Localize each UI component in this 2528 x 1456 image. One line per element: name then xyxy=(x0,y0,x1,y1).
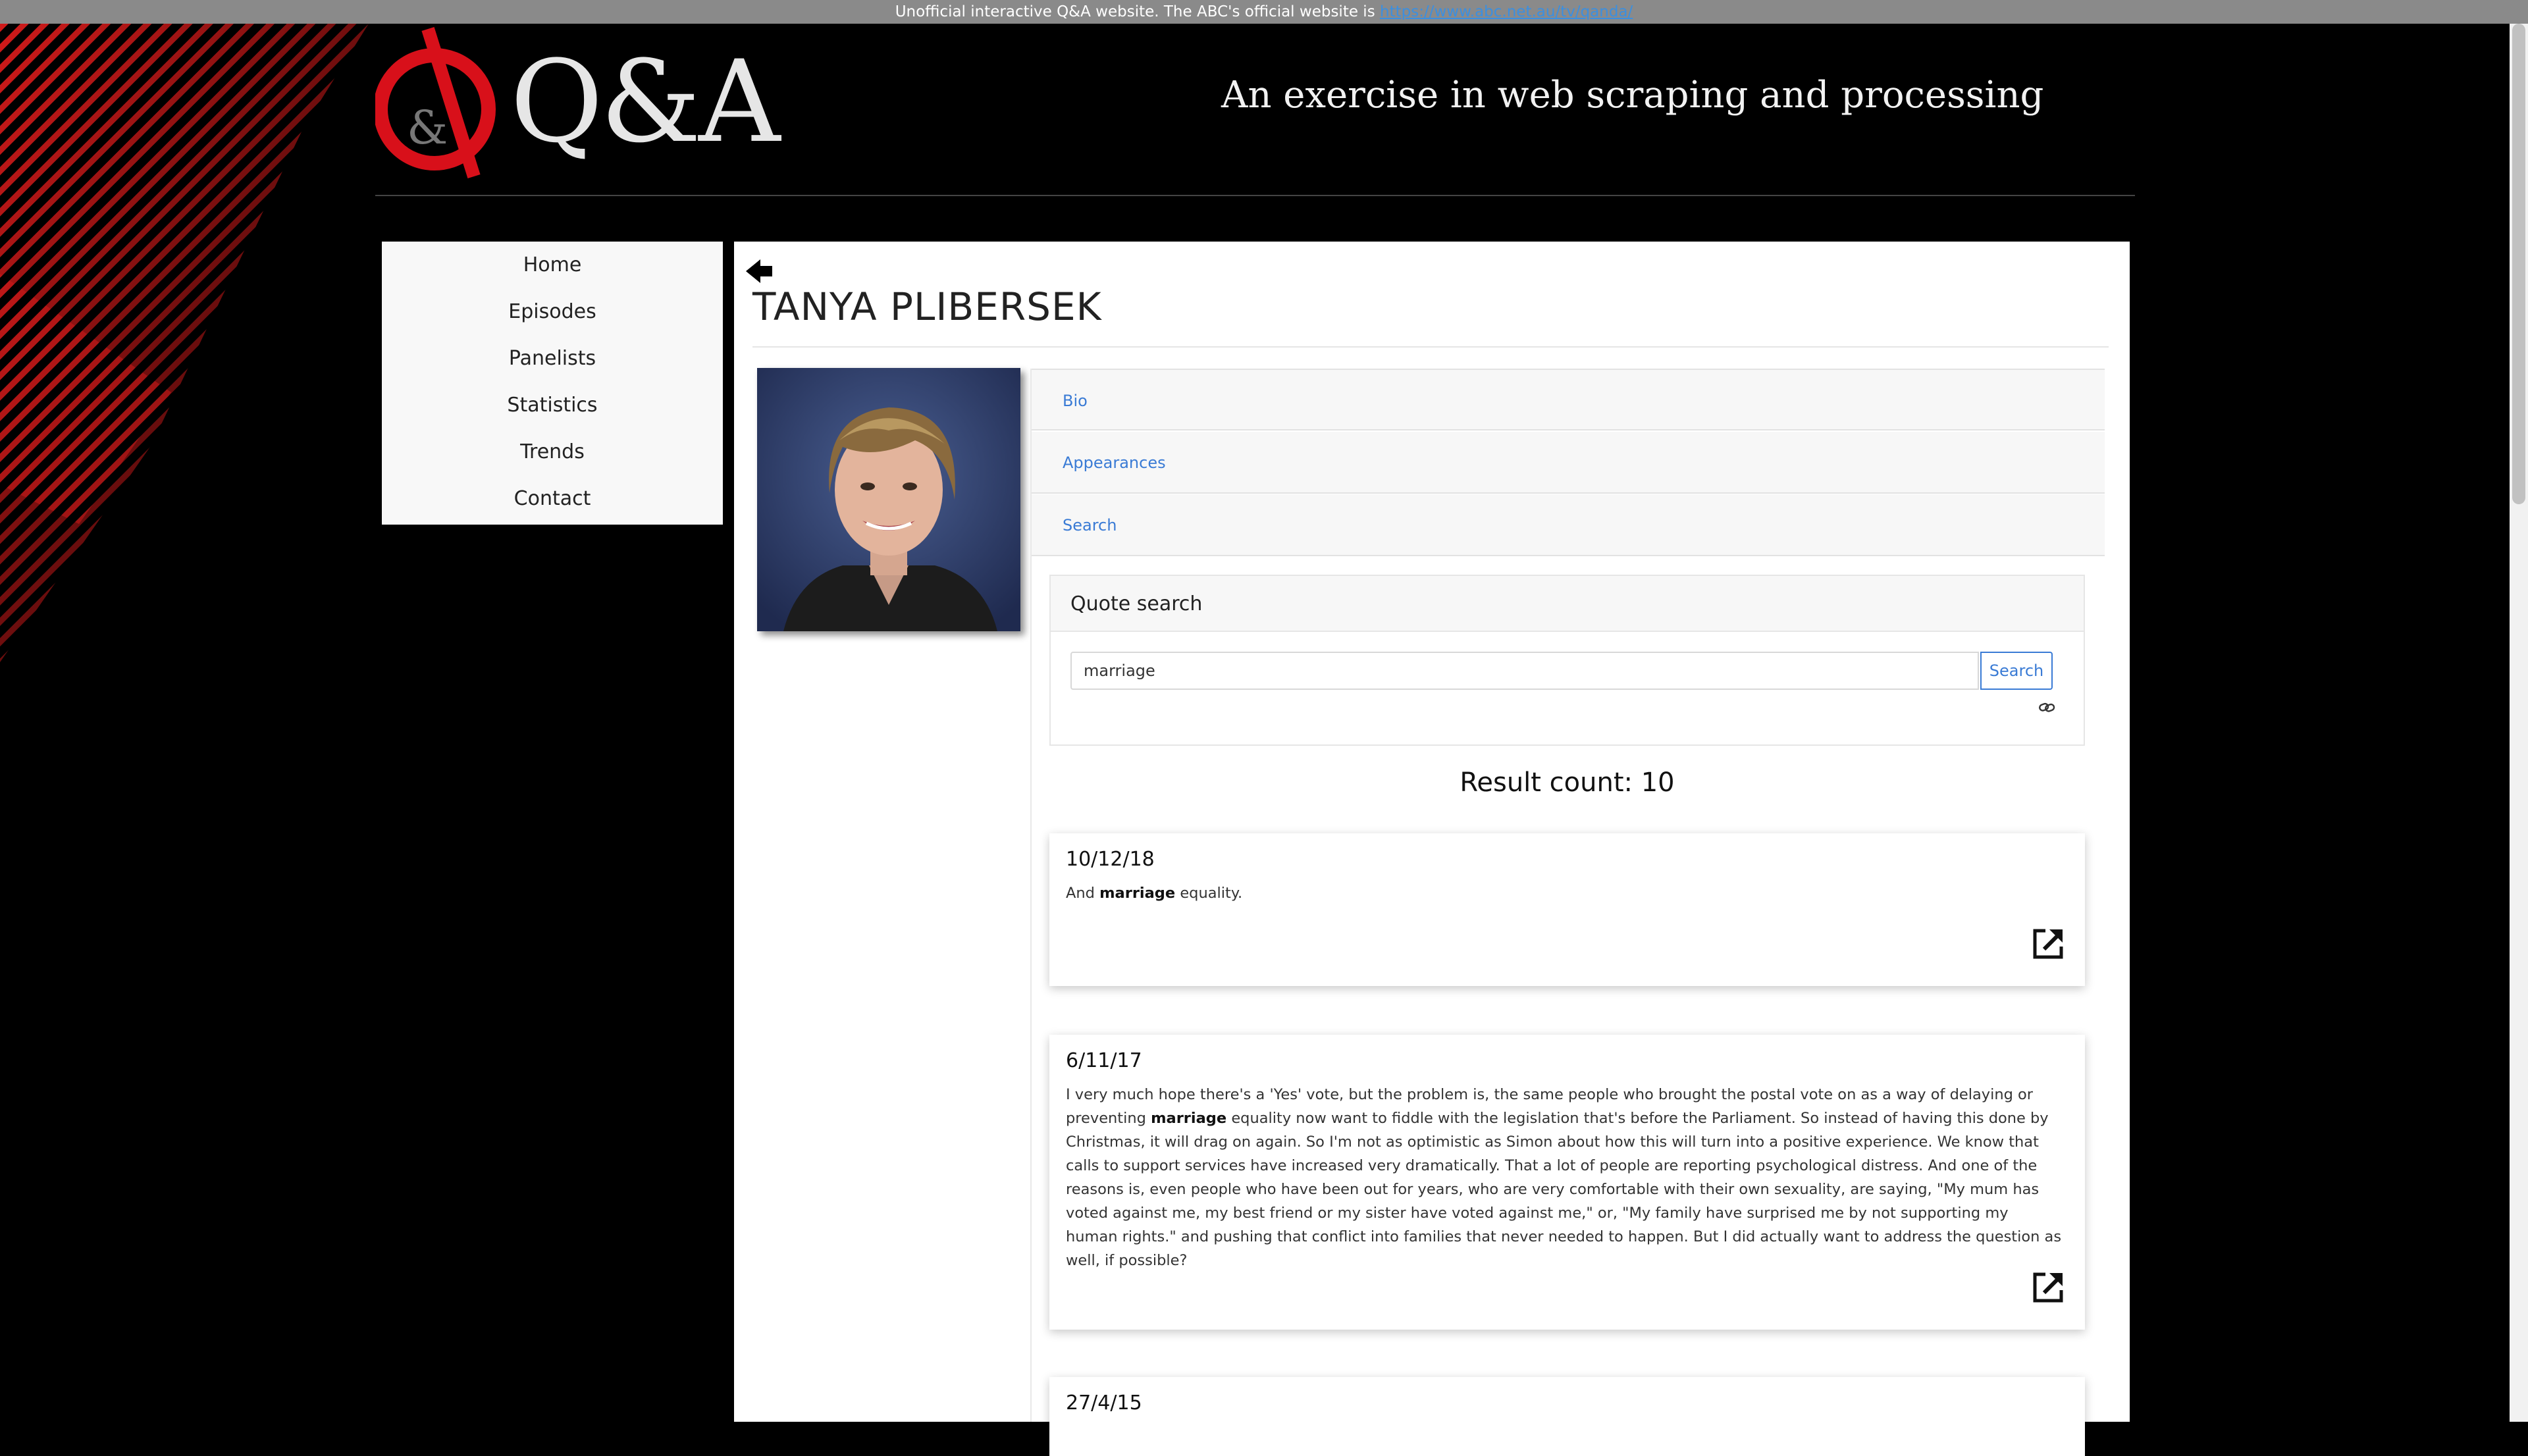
result-quote: I very much hope there's a 'Yes' vote, b… xyxy=(1066,1086,2062,1269)
panelist-name: TANYA PLIBERSEK xyxy=(752,284,1102,329)
nav-item-trends[interactable]: Trends xyxy=(382,429,723,475)
nav-item-contact[interactable]: Contact xyxy=(382,475,723,522)
result-count: Result count: 10 xyxy=(1460,767,1675,798)
highlighted-term: marriage xyxy=(1099,885,1176,902)
quote-search-title: Quote search xyxy=(1051,576,2084,632)
tab-appearances[interactable]: Appearances xyxy=(1032,432,2105,494)
panelist-photo xyxy=(757,368,1020,631)
chain-link-icon[interactable] xyxy=(2038,699,2055,716)
external-link-icon[interactable] xyxy=(2031,1270,2065,1305)
nav-item-home[interactable]: Home xyxy=(382,242,723,288)
logo-mark: & xyxy=(407,101,448,155)
notice-bar: Unofficial interactive Q&A website. The … xyxy=(0,0,2528,24)
quote-search-input[interactable] xyxy=(1070,652,1979,690)
notice-text: Unofficial interactive Q&A website. The … xyxy=(895,3,1375,20)
tab-bio[interactable]: Bio xyxy=(1032,369,2105,430)
nav-item-episodes[interactable]: Episodes xyxy=(382,288,723,335)
qanda-logo-icon[interactable]: & xyxy=(375,24,507,182)
nav-item-statistics[interactable]: Statistics xyxy=(382,382,723,429)
main-nav: Home Episodes Panelists Statistics Trend… xyxy=(382,242,723,525)
tab-search[interactable]: Search xyxy=(1032,494,2105,556)
result-card: 27/4/15 xyxy=(1049,1377,2085,1456)
title-divider xyxy=(752,346,2109,348)
result-card: 6/11/17 I very much hope there's a 'Yes'… xyxy=(1049,1035,2085,1330)
result-date: 27/4/15 xyxy=(1066,1391,1142,1415)
abc-official-link[interactable]: https://www.abc.net.au/tv/qanda/ xyxy=(1380,3,1633,20)
arrow-left-icon[interactable] xyxy=(745,257,774,286)
highlighted-term: marriage xyxy=(1151,1110,1227,1127)
scrollbar-thumb[interactable] xyxy=(2512,24,2525,504)
result-date: 6/11/17 xyxy=(1066,1049,1142,1072)
site-logo-text[interactable]: Q&A xyxy=(510,36,780,168)
header-divider xyxy=(375,195,2135,196)
result-date: 10/12/18 xyxy=(1066,848,1155,871)
nav-item-panelists[interactable]: Panelists xyxy=(382,335,723,382)
result-quote: And marriage equality. xyxy=(1066,885,1243,902)
external-link-icon[interactable] xyxy=(2031,927,2065,961)
red-stripes-decoration xyxy=(0,24,369,662)
site-tagline: An exercise in web scraping and processi… xyxy=(1221,74,2044,117)
search-button[interactable]: Search xyxy=(1980,652,2053,690)
result-card: 10/12/18 And marriage equality. xyxy=(1049,833,2085,986)
